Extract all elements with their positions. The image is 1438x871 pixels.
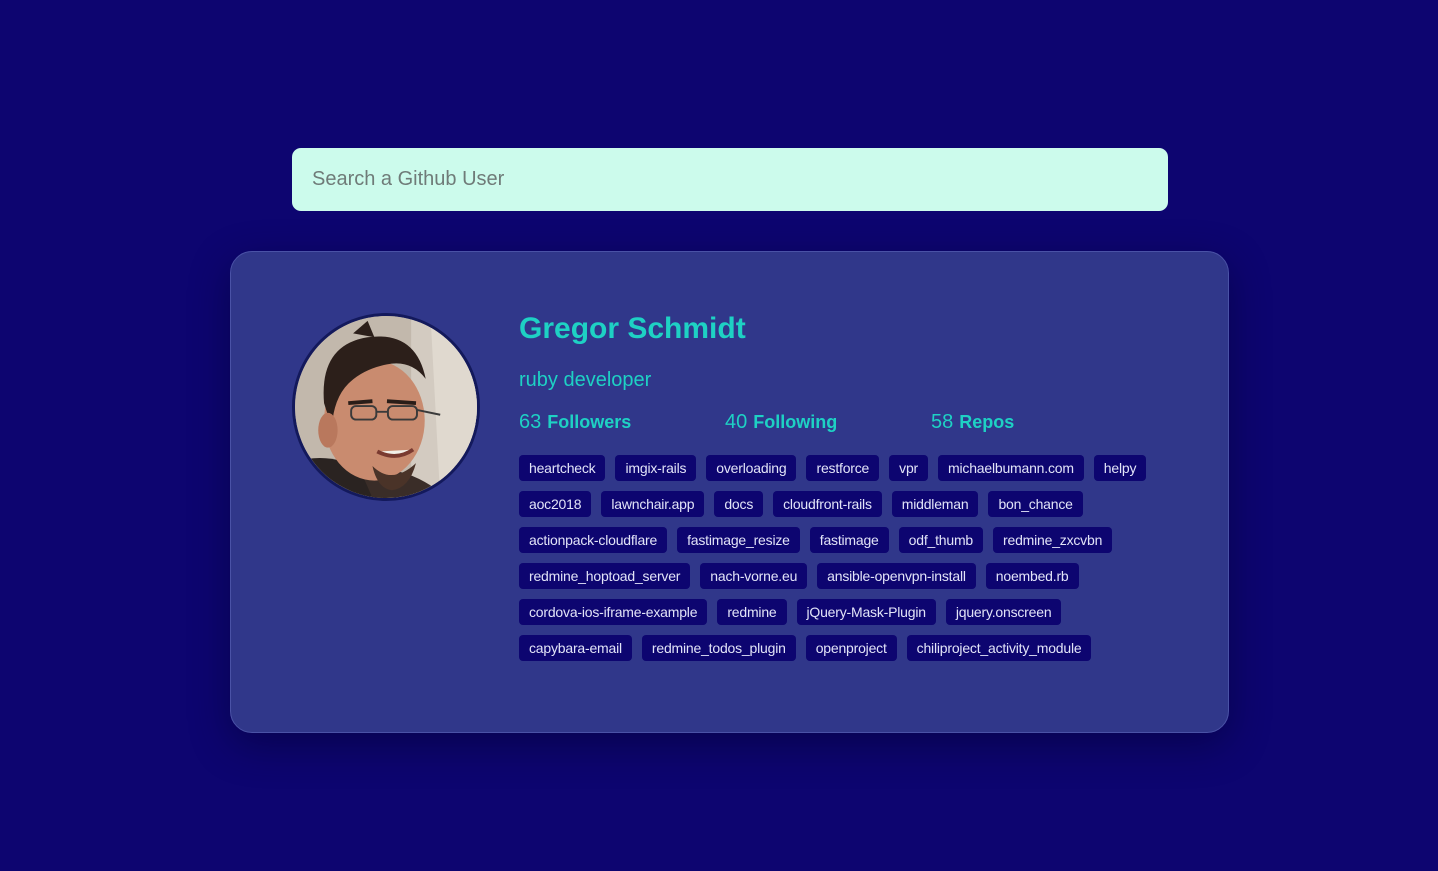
stat-count: 63 [519,410,542,433]
repo-link[interactable]: helpy [1093,455,1147,481]
user-card: Gregor Schmidt ruby developer 63 Follower… [230,251,1229,733]
user-avatar-photo [295,316,477,498]
repo-link[interactable]: bon_chance [988,491,1083,517]
repo-link[interactable]: redmine_zxcvbn [993,527,1113,553]
repo-link[interactable]: restforce [806,455,880,481]
stat-following: 40 Following [725,411,931,434]
repo-link[interactable]: imgix-rails [615,455,697,481]
repo-link[interactable]: ansible-openvpn-install [817,563,976,589]
repo-list: heartcheck imgix-rails overloading restf… [519,455,1179,661]
repo-link[interactable]: actionpack-cloudflare [519,527,668,553]
repo-link[interactable]: jquery.onscreen [945,599,1062,625]
repo-link[interactable]: aoc2018 [519,491,592,517]
repo-link[interactable]: redmine [717,599,787,625]
repo-link[interactable]: michaelbumann.com [938,455,1084,481]
repo-link[interactable]: jQuery-Mask-Plugin [796,599,936,625]
repo-link[interactable]: chiliproject_activity_module [906,635,1092,661]
repo-link[interactable]: capybara-email [519,635,632,661]
repo-link[interactable]: lawnchair.app [601,491,705,517]
stat-label: Followers [547,411,632,432]
repo-link[interactable]: docs [714,491,764,517]
search-bar [292,148,1168,211]
profile-info: Gregor Schmidt ruby developer 63 Follower… [519,310,1179,661]
profile-name: Gregor Schmidt [519,312,746,345]
repo-link[interactable]: vpr [889,455,929,481]
repo-link[interactable]: overloading [706,455,797,481]
stat-count: 40 [725,410,748,433]
repo-link[interactable]: middleman [891,491,979,517]
repo-link[interactable]: redmine_hoptoad_server [519,563,691,589]
repo-link[interactable]: odf_thumb [898,527,984,553]
stat-label: Repos [959,411,1015,432]
repo-link[interactable]: redmine_todos_plugin [641,635,796,661]
profile-bio: ruby developer [519,369,652,391]
repo-link[interactable]: fastimage_resize [677,527,800,553]
stat-repos: 58 Repos [931,411,1137,434]
repo-link[interactable]: cloudfront-rails [773,491,882,517]
repo-link[interactable]: nach-vorne.eu [700,563,808,589]
repo-link[interactable]: noembed.rb [985,563,1079,589]
repo-link[interactable]: fastimage [809,527,889,553]
profile-stats: 63 Followers 40 Following 58 Repos [519,409,1179,435]
repo-link[interactable]: cordova-ios-iframe-example [519,599,708,625]
repo-link[interactable]: heartcheck [519,455,606,481]
search-input[interactable] [292,148,1168,211]
stat-count: 58 [931,410,954,433]
stat-followers: 63 Followers [519,411,725,434]
stat-label: Following [753,411,838,432]
avatar [292,313,480,501]
repo-link[interactable]: openproject [805,635,897,661]
